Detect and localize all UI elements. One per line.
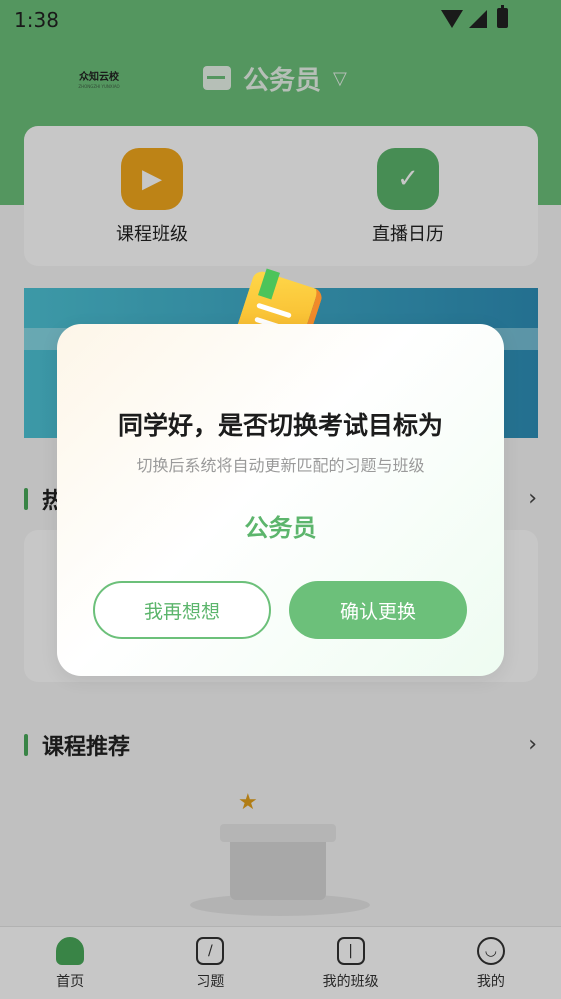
confirm-button[interactable]: 确认更换 (289, 581, 467, 639)
cancel-button[interactable]: 我再想想 (93, 581, 271, 639)
switch-goal-dialog: 同学好，是否切换考试目标为 切换后系统将自动更新匹配的习题与班级 公务员 我再想… (57, 324, 504, 676)
dialog-title: 同学好，是否切换考试目标为 (117, 411, 443, 440)
dialog-goal: 公务员 (244, 514, 317, 542)
dialog-subtitle: 切换后系统将自动更新匹配的习题与班级 (136, 456, 425, 475)
